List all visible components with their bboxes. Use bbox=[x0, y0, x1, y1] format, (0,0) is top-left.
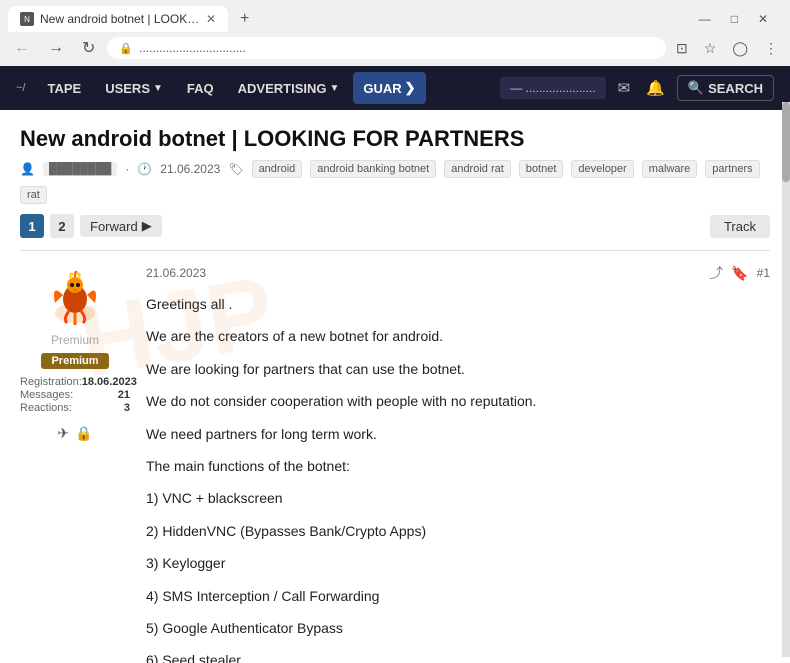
nav-item-faq[interactable]: FAQ bbox=[177, 69, 224, 108]
address-bar[interactable]: 🔒 ................................ bbox=[107, 37, 666, 59]
site-logo: ~/ bbox=[16, 82, 25, 94]
greeting-line: Greetings all . bbox=[146, 293, 770, 315]
send-message-icon[interactable]: ✈ bbox=[57, 425, 69, 442]
search-button[interactable]: 🔍 SEARCH bbox=[677, 75, 774, 101]
body-line-2: We are the creators of a new botnet for … bbox=[146, 325, 770, 347]
registration-stat: Registration: 18.06.2023 bbox=[20, 376, 130, 388]
browser-actions: ⊡ ☆ ◯ ⋮ bbox=[672, 38, 782, 59]
share-icon[interactable]: ⤴ bbox=[709, 263, 723, 283]
tab-title: New android botnet | LOOKING ... bbox=[40, 12, 200, 26]
feature-1: 1) VNC + blackscreen bbox=[146, 487, 770, 509]
avatar bbox=[43, 263, 107, 327]
post-body: Greetings all . We are the creators of a… bbox=[146, 293, 770, 663]
tab-favicon: N bbox=[20, 12, 34, 26]
notifications-icon[interactable]: 🔔 bbox=[642, 75, 669, 101]
user-meta-icon: 👤 bbox=[20, 162, 35, 176]
address-text: ................................ bbox=[139, 41, 246, 55]
forward-arrow-icon: ▶ bbox=[142, 218, 152, 234]
dot-separator: · bbox=[125, 162, 129, 176]
user-sidebar: Premium Premium Registration: 18.06.2023… bbox=[20, 263, 130, 663]
post-meta: 👤 ████████ · 🕐 21.06.2023 🏷 android andr… bbox=[20, 160, 770, 204]
window-controls: — □ ✕ bbox=[693, 10, 782, 28]
lock-profile-icon[interactable]: 🔒 bbox=[75, 425, 92, 442]
bookmark-icon[interactable]: ☆ bbox=[700, 38, 721, 59]
nav-user-block[interactable]: — ..................... bbox=[500, 77, 605, 99]
user-badge: Premium bbox=[41, 353, 108, 369]
username: Premium bbox=[51, 333, 99, 347]
feature-2: 2) HiddenVNC (Bypasses Bank/Crypto Apps) bbox=[146, 520, 770, 542]
nav-item-users[interactable]: USERS ▼ bbox=[95, 69, 173, 108]
body-line-4: We do not consider cooperation with peop… bbox=[146, 390, 770, 412]
nav-item-tape[interactable]: TAPE bbox=[37, 69, 91, 108]
maximize-button[interactable]: □ bbox=[725, 10, 744, 28]
reload-button[interactable]: ↻ bbox=[76, 36, 101, 60]
menu-icon[interactable]: ⋮ bbox=[760, 38, 782, 59]
post-controls: 1 2 Forward ▶ Track bbox=[20, 214, 770, 238]
body-line-3: We are looking for partners that can use… bbox=[146, 358, 770, 380]
post-title: New android botnet | LOOKING FOR PARTNER… bbox=[20, 126, 770, 152]
forward-nav-button[interactable]: → bbox=[42, 37, 70, 59]
messages-stat: Messages: 21 bbox=[20, 389, 130, 401]
browser-chrome: N New android botnet | LOOKING ... ✕ + —… bbox=[0, 0, 790, 66]
feature-3: 3) Keylogger bbox=[146, 552, 770, 574]
post-meta-date: 21.06.2023 bbox=[160, 162, 220, 176]
more-nav-icon: ❯ bbox=[405, 80, 416, 96]
page-2-button[interactable]: 2 bbox=[50, 214, 74, 238]
browser-tab[interactable]: N New android botnet | LOOKING ... ✕ bbox=[8, 6, 228, 32]
messages-icon[interactable]: ✉ bbox=[614, 75, 635, 101]
tag-developer[interactable]: developer bbox=[571, 160, 633, 178]
close-window-button[interactable]: ✕ bbox=[752, 10, 774, 28]
tag-partners[interactable]: partners bbox=[705, 160, 759, 178]
tag-botnet[interactable]: botnet bbox=[519, 160, 564, 178]
tag-android-rat[interactable]: android rat bbox=[444, 160, 511, 178]
scrollbar-thumb[interactable] bbox=[782, 102, 790, 182]
users-dropdown-icon: ▼ bbox=[153, 83, 163, 94]
body-line-5: We need partners for long term work. bbox=[146, 423, 770, 445]
minimize-button[interactable]: — bbox=[693, 10, 717, 28]
address-bar-row: ← → ↻ 🔒 ................................… bbox=[0, 32, 790, 66]
tab-close-button[interactable]: ✕ bbox=[206, 12, 216, 26]
profile-icon[interactable]: ◯ bbox=[728, 38, 752, 59]
bookmark-post-icon[interactable]: 🔖 bbox=[731, 265, 748, 282]
reactions-stat: Reactions: 3 bbox=[20, 402, 130, 414]
tab-bar: N New android botnet | LOOKING ... ✕ + —… bbox=[0, 0, 790, 32]
feature-6: 6) Seed stealer bbox=[146, 649, 770, 663]
new-tab-button[interactable]: + bbox=[232, 6, 257, 32]
tag-android[interactable]: android bbox=[252, 160, 303, 178]
back-button[interactable]: ← bbox=[8, 37, 36, 59]
scrollbar[interactable] bbox=[782, 102, 790, 657]
functions-header: The main functions of the botnet: bbox=[146, 455, 770, 477]
post-box: Premium Premium Registration: 18.06.2023… bbox=[20, 250, 770, 663]
user-actions: ✈ 🔒 bbox=[57, 425, 92, 442]
clock-icon: 🕐 bbox=[137, 162, 152, 176]
post-number: #1 bbox=[757, 266, 770, 280]
nav-item-advertising[interactable]: ADVERTISING ▼ bbox=[228, 69, 350, 108]
lock-icon: 🔒 bbox=[119, 42, 133, 55]
feature-4: 4) SMS Interception / Call Forwarding bbox=[146, 585, 770, 607]
tag-malware[interactable]: malware bbox=[642, 160, 698, 178]
page-1-button[interactable]: 1 bbox=[20, 214, 44, 238]
tag-rat[interactable]: rat bbox=[20, 186, 47, 204]
avatar-image bbox=[43, 263, 107, 327]
tag-icon: 🏷 bbox=[228, 162, 243, 176]
forward-button[interactable]: Forward ▶ bbox=[80, 215, 162, 237]
post-actions: ⤴ 🔖 #1 bbox=[709, 263, 770, 283]
search-icon: 🔍 bbox=[688, 80, 704, 96]
user-stats: Registration: 18.06.2023 Messages: 21 Re… bbox=[20, 375, 130, 415]
nav-item-guar[interactable]: GUAR ❯ bbox=[353, 72, 425, 104]
feature-5: 5) Google Authenticator Bypass bbox=[146, 617, 770, 639]
post-content: 21.06.2023 ⤴ 🔖 #1 Greetings all . We are… bbox=[146, 263, 770, 663]
author-name: ████████ bbox=[43, 162, 117, 176]
post-date-row: 21.06.2023 ⤴ 🔖 #1 bbox=[146, 263, 770, 283]
post-date: 21.06.2023 bbox=[146, 266, 206, 280]
site-nav: ~/ TAPE USERS ▼ FAQ ADVERTISING ▼ GUAR ❯… bbox=[0, 66, 790, 110]
nav-right: — ..................... ✉ 🔔 🔍 SEARCH bbox=[500, 75, 774, 101]
tag-android-banking[interactable]: android banking botnet bbox=[310, 160, 436, 178]
advertising-dropdown-icon: ▼ bbox=[329, 83, 339, 94]
track-button[interactable]: Track bbox=[710, 215, 770, 238]
cast-icon[interactable]: ⊡ bbox=[672, 38, 692, 59]
content-area: HJP New android botnet | LOOKING FOR PAR… bbox=[0, 110, 790, 663]
